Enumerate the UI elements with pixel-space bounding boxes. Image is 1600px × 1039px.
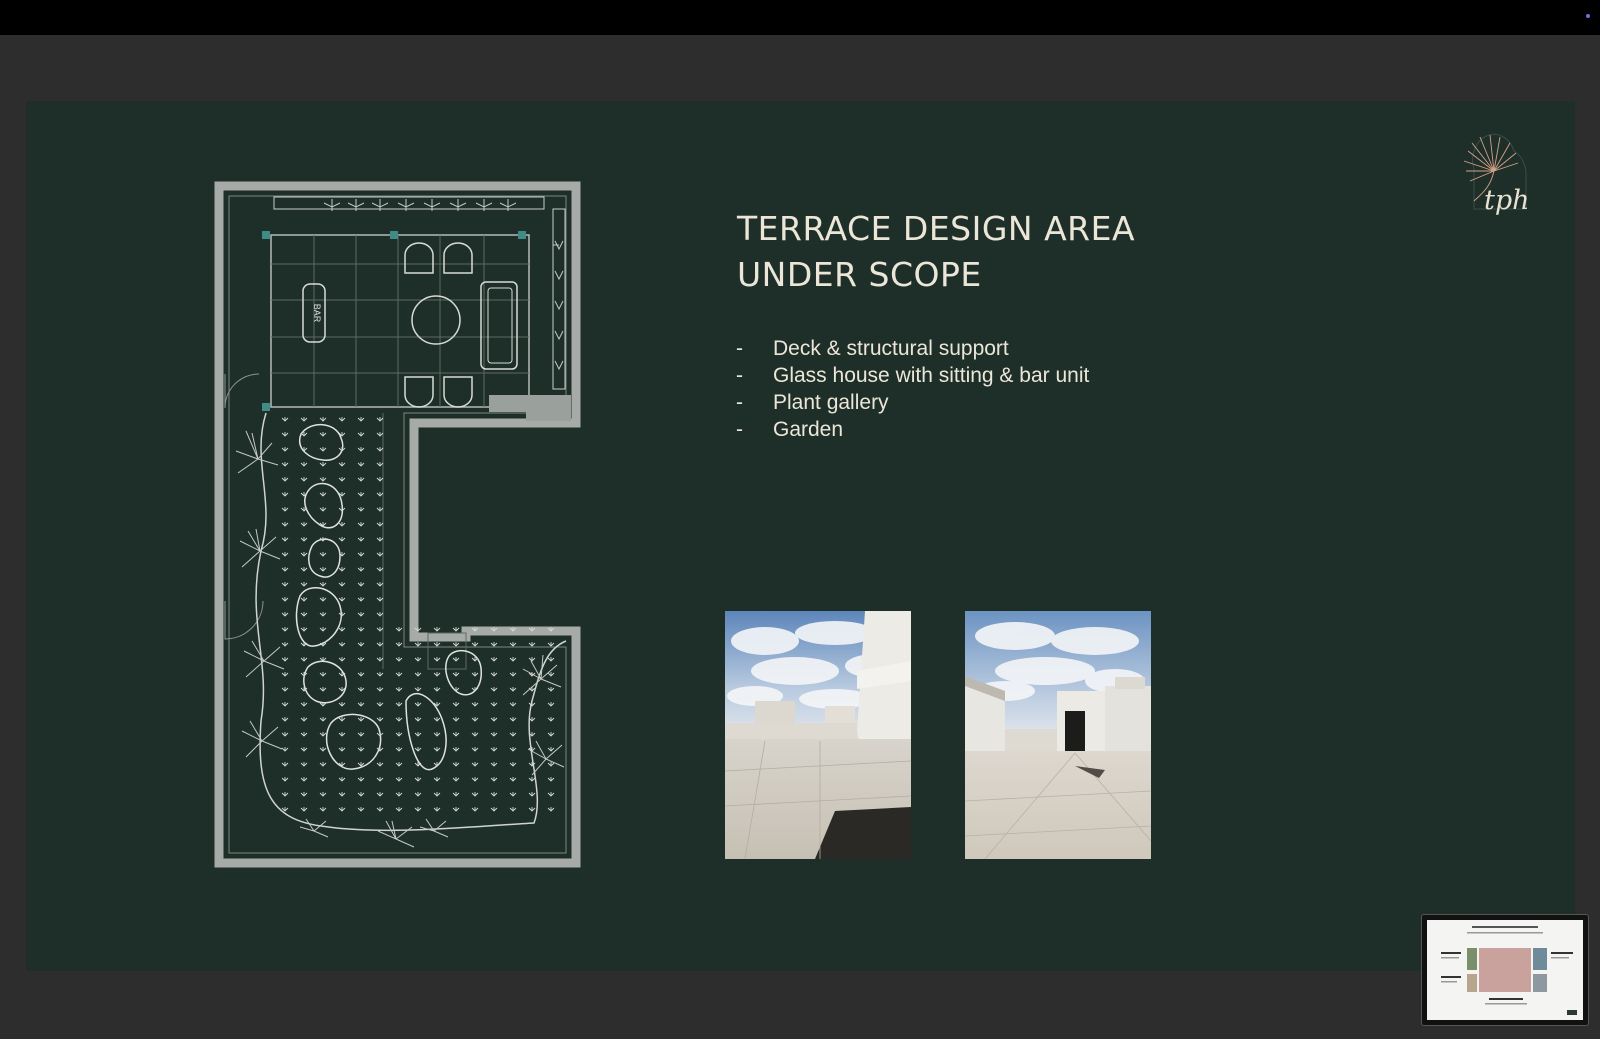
slide-title-line-1: TERRACE DESIGN AREA (737, 209, 1136, 248)
presentation-slide: BAR TERRACE DESIGN AREA UNDER SCOPE - Dec… (26, 101, 1575, 971)
list-item: - Garden (736, 418, 844, 441)
logo-text: tph (1484, 185, 1530, 216)
list-item: - Glass house with sitting & bar unit (736, 364, 1090, 387)
palm-leaf-logo-icon: tph (1463, 133, 1530, 216)
window-top-bar (0, 0, 1600, 35)
terrace-photo-1 (725, 611, 911, 859)
slide-title: TERRACE DESIGN AREA UNDER SCOPE (737, 206, 1257, 298)
status-dot-icon (1586, 14, 1590, 18)
list-item: - Deck & structural support (736, 337, 1009, 360)
terrace-floor-plan: BAR (214, 181, 581, 868)
slide-title-line-2: UNDER SCOPE (737, 255, 982, 294)
terrace-photo-2 (965, 611, 1151, 859)
thumbnail-preview (1427, 920, 1583, 1020)
next-slide-thumbnail[interactable] (1421, 914, 1589, 1026)
scope-list: - Deck & structural support - Glass house … (736, 335, 1089, 443)
list-item: - Plant gallery (736, 391, 889, 414)
plan-bar-label: BAR (312, 304, 322, 323)
